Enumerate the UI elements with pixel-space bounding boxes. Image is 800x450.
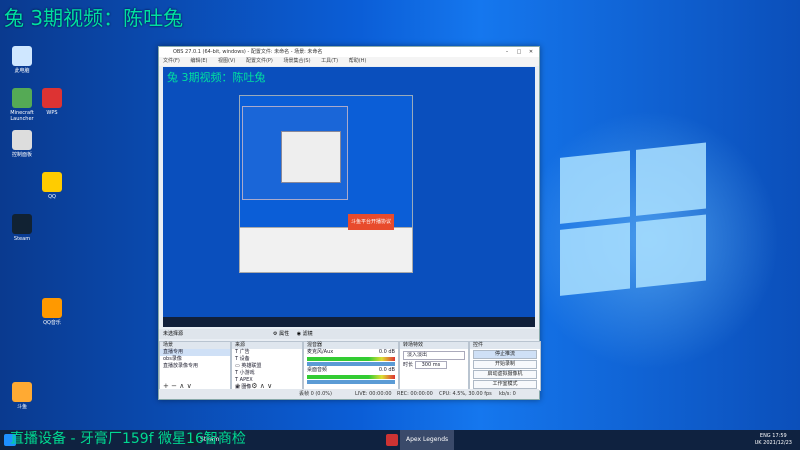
mixer-track: 桌面音频 0.0 dB	[307, 367, 395, 373]
close-icon[interactable]: ✕	[525, 47, 537, 57]
clock-time: 17:59	[772, 433, 787, 439]
filter-icon: ◉	[296, 331, 302, 337]
scene-item[interactable]: 直播放录像专用	[160, 363, 230, 370]
stop-streaming-button[interactable]: 停止推流	[473, 350, 537, 359]
desktop-icon[interactable]: 控制面板	[2, 130, 42, 158]
rec-time: REC: 00:00:00	[397, 391, 433, 397]
mixer-track: 麦克风/Aux 0.0 dB	[307, 349, 395, 355]
transition-select[interactable]: 淡入淡出	[403, 351, 465, 360]
gear-icon: ⚙	[273, 331, 278, 337]
language: ENG	[759, 433, 771, 439]
nested-preview-2	[242, 106, 348, 200]
scenes-header: 场景	[160, 342, 230, 349]
desktop-icon[interactable]: QQ	[32, 172, 72, 200]
obs-title-bar: OBS 27.0.1 (64-bit, windows) - 配置文件: 未命名…	[159, 47, 539, 57]
menu-scene-collection[interactable]: 场景集合(S)	[283, 58, 310, 64]
preview-watermark: 兔 3期视频：陈吐兔	[167, 71, 266, 84]
source-item[interactable]: T 广告	[232, 349, 302, 356]
region: UK	[754, 440, 762, 446]
apex-icon[interactable]	[386, 434, 398, 446]
status-bar: 丢帧 0 (0.0%) LIVE: 00:00:00 REC: 00:00:00…	[159, 389, 539, 399]
filters-button[interactable]: 滤镜	[303, 331, 313, 337]
duration-row: 时长 300 ms	[400, 361, 468, 369]
controls-panel: 控件 停止推流 开始录制 启动虚拟摄像机 工作室模式 设置	[469, 341, 541, 399]
volume-meter	[307, 375, 395, 379]
studio-mode-button[interactable]: 工作室模式	[473, 380, 537, 389]
watermark-top: 兔 3期视频：陈吐兔	[4, 6, 184, 30]
scenes-panel: 场景 直播专用 obs录像 直播放录像专用 + − ∧ ∨	[159, 341, 231, 391]
properties-button[interactable]: 属性	[279, 331, 289, 337]
source-item[interactable]: ▭ 英雄联盟	[232, 363, 302, 370]
mixer-panel: 混音器 麦克风/Aux 0.0 dB 桌面音频 0.0 dB	[303, 341, 399, 391]
duration-input[interactable]: 300 ms	[414, 361, 448, 369]
preview-canvas[interactable]: 兔 3期视频：陈吐兔 斗鱼平台开播协议	[163, 67, 535, 327]
system-tray[interactable]: ENG 17:59 UK 2021/12/23	[755, 433, 792, 447]
cpu-fps: CPU: 4.5%, 30.00 fps	[439, 391, 492, 397]
controls-header: 控件	[470, 342, 540, 349]
desktop-icon[interactable]: 斗鱼	[2, 382, 42, 410]
minimize-icon[interactable]: –	[501, 47, 513, 57]
menu-edit[interactable]: 编辑(E)	[190, 58, 207, 64]
no-source-label: 未选择源	[163, 331, 184, 337]
sources-panel: 来源 T 广告 T 设备 ▭ 英雄联盟 T 小游戏 T APEX ▣ 图像 + …	[231, 341, 303, 391]
menu-tools[interactable]: 工具(T)	[321, 58, 338, 64]
desktop-icon[interactable]: WPS	[32, 88, 72, 116]
desktop-icon[interactable]: 此电脑	[2, 46, 42, 74]
windows-logo-wallpaper	[560, 142, 710, 298]
transitions-panel: 转场特效 淡入淡出 时长 300 ms	[399, 341, 469, 391]
nested-preview	[239, 95, 413, 229]
virtual-camera-button[interactable]: 启动虚拟摄像机	[473, 370, 537, 379]
transitions-header: 转场特效	[400, 342, 468, 349]
obs-window: OBS 27.0.1 (64-bit, windows) - 配置文件: 未命名…	[158, 46, 541, 400]
volume-slider[interactable]	[307, 380, 395, 384]
dropped-frames: 丢帧 0 (0.0%)	[299, 391, 332, 397]
start-recording-button[interactable]: 开始录制	[473, 360, 537, 369]
menu-bar: 文件(F) 编辑(E) 视图(V) 配置文件(P) 场景集合(S) 工具(T) …	[159, 57, 539, 66]
source-item[interactable]: T 设备	[232, 356, 302, 363]
scene-item[interactable]: 直播专用	[160, 349, 230, 356]
nested-preview-3	[281, 131, 341, 183]
window-title: OBS 27.0.1 (64-bit, windows) - 配置文件: 未命名…	[173, 49, 323, 55]
preview-taskbar	[163, 317, 535, 327]
preview-red-button: 斗鱼平台开播协议	[348, 214, 394, 230]
volume-slider[interactable]	[307, 362, 395, 366]
watermark-bottom: 直播设备 - 牙膏厂159f 微星16智商检	[10, 431, 246, 447]
kbps: kb/s: 0	[499, 391, 516, 397]
source-item[interactable]: T 小游戏	[232, 370, 302, 377]
taskbar-apex[interactable]: Apex Legends	[400, 430, 455, 450]
source-toolbar: 未选择源 ⚙ 属性 ◉ 滤镜	[159, 329, 539, 339]
menu-help[interactable]: 帮助(H)	[349, 58, 367, 64]
nested-obs-panels	[239, 227, 413, 273]
live-time: LIVE: 00:00:00	[355, 391, 392, 397]
mixer-header: 混音器	[304, 342, 398, 349]
volume-meter	[307, 357, 395, 361]
sources-header: 来源	[232, 342, 302, 349]
menu-profile[interactable]: 配置文件(P)	[246, 58, 273, 64]
menu-file[interactable]: 文件(F)	[163, 58, 180, 64]
scene-item[interactable]: obs录像	[160, 356, 230, 363]
desktop-icon[interactable]: Steam	[2, 214, 42, 242]
desktop-icon[interactable]: QQ音乐	[32, 298, 72, 326]
maximize-icon[interactable]: □	[513, 47, 525, 57]
menu-view[interactable]: 视图(V)	[218, 58, 235, 64]
clock-date: 2021/12/23	[763, 440, 792, 446]
